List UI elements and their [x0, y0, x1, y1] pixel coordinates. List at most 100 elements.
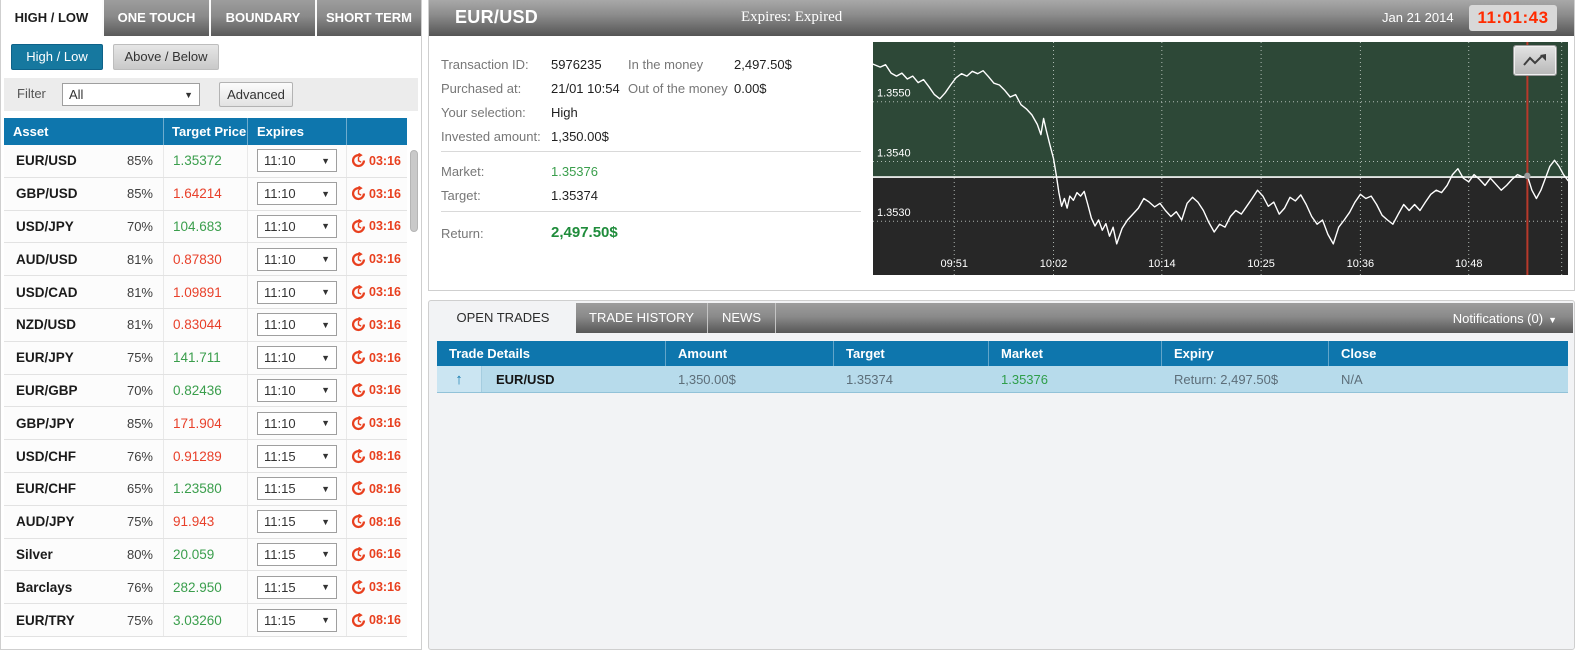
- asset-cell: NZD/USD 81%: [4, 308, 164, 341]
- asset-target-price: 1.23580: [173, 481, 222, 497]
- scrollbar-thumb[interactable]: [410, 150, 418, 232]
- asset-price-cell: 3.03260: [164, 604, 248, 636]
- expiry-select[interactable]: 11:10 ▼: [257, 280, 337, 304]
- countdown: 08:16: [351, 612, 401, 628]
- asset-row-usd-chf[interactable]: USD/CHF 76% 0.91289 11:15 ▼ 08:16: [4, 440, 407, 473]
- countdown-value: 03:16: [369, 317, 401, 332]
- asset-row-eur-chf[interactable]: EUR/CHF 65% 1.23580 11:15 ▼ 08:16: [4, 472, 407, 506]
- expiry-select[interactable]: 11:10 ▼: [257, 214, 337, 238]
- expiry-select-value: 11:10: [264, 382, 296, 398]
- asset-row-eur-usd[interactable]: EUR/USD 85% 1.35372 11:10 ▼ 03:16: [4, 145, 407, 178]
- invested-label: Invested amount:: [441, 129, 541, 144]
- expiry-select-value: 11:15: [264, 514, 296, 530]
- asset-name: AUD/USD: [16, 251, 78, 267]
- asset-price-cell: 20.059: [164, 538, 248, 571]
- chart-mode-button[interactable]: [1513, 45, 1557, 76]
- expiry-select[interactable]: 11:15 ▼: [257, 575, 337, 599]
- asset-payout: 85%: [126, 186, 153, 202]
- asset-name: EUR/JPY: [16, 350, 74, 366]
- asset-cell: Silver 80%: [4, 538, 164, 571]
- mode-button-high-low[interactable]: High / Low: [11, 44, 103, 70]
- tab-trade-history[interactable]: TRADE HISTORY: [576, 303, 708, 333]
- asset-payout: 80%: [126, 546, 153, 562]
- countdown: 08:16: [351, 481, 401, 496]
- expiry-select[interactable]: 11:10 ▼: [257, 346, 337, 370]
- column-header-expires: Expires: [248, 118, 347, 145]
- expiry-select-value: 11:15: [264, 579, 296, 595]
- countdown-icon: [351, 350, 366, 365]
- asset-payout: 75%: [126, 612, 153, 628]
- market-label: Market:: [441, 164, 485, 179]
- asset-row-aud-jpy[interactable]: AUD/JPY 75% 91.943 11:15 ▼ 08:16: [4, 505, 407, 539]
- expiry-select[interactable]: 11:15 ▼: [257, 444, 337, 468]
- trades-tab-bar: OPEN TRADES TRADE HISTORY NEWS Notificatio…: [430, 303, 1573, 333]
- notifications-toggle[interactable]: Notifications (0) ▼: [1453, 311, 1557, 326]
- column-header-expiry: Expiry: [1162, 341, 1329, 366]
- tab-short-term[interactable]: SHORT TERM: [315, 0, 421, 36]
- countdown-icon: [351, 546, 366, 561]
- divider: [441, 211, 861, 212]
- notifications-label: Notifications (0): [1452, 311, 1544, 326]
- asset-row-usd-jpy[interactable]: USD/JPY 70% 104.683 11:10 ▼ 03:16: [4, 210, 407, 244]
- asset-countdown-cell: 06:16: [347, 539, 407, 571]
- tab-news[interactable]: NEWS: [708, 303, 776, 333]
- trades-table-body: ↑ EUR/USD 1,350.00$ 1.35374 1.35376 Return: 2…: [437, 366, 1568, 393]
- asset-price-cell: 1.09891: [164, 276, 248, 308]
- asset-row-eur-try[interactable]: EUR/TRY 75% 3.03260 11:15 ▼ 08:16: [4, 604, 407, 637]
- countdown-value: 08:16: [369, 449, 401, 464]
- countdown-icon: [351, 186, 366, 201]
- asset-countdown-cell: 03:16: [347, 243, 407, 275]
- asset-cell: USD/JPY 70%: [4, 210, 164, 243]
- asset-price-cell: 0.87830: [164, 243, 248, 276]
- countdown-icon: [351, 579, 366, 594]
- asset-target-price: 104.683: [173, 218, 222, 234]
- expiry-select[interactable]: 11:10 ▼: [257, 149, 337, 173]
- trade-market-cell: 1.35376: [1001, 371, 1048, 387]
- expiry-select[interactable]: 11:10 ▼: [257, 182, 337, 206]
- mode-button-above-below[interactable]: Above / Below: [113, 44, 219, 70]
- countdown: 03:16: [351, 317, 401, 332]
- expiry-select[interactable]: 11:15 ▼: [257, 510, 337, 534]
- asset-target-price: 1.64214: [173, 186, 222, 202]
- expiry-select[interactable]: 11:15 ▼: [257, 477, 337, 501]
- asset-row-gbp-jpy[interactable]: GBP/JPY 85% 171.904 11:10 ▼ 03:16: [4, 407, 407, 441]
- tab-one-touch[interactable]: ONE TOUCH: [102, 0, 209, 36]
- asset-row-barclays[interactable]: Barclays 76% 282.950 11:15 ▼ 03:16: [4, 571, 407, 605]
- tab-boundary[interactable]: BOUNDARY: [209, 0, 315, 36]
- dropdown-arrow-icon: ▼: [321, 221, 330, 232]
- trade-row-eur-usd[interactable]: ↑ EUR/USD 1,350.00$ 1.35374 1.35376 Return: 2…: [437, 366, 1568, 393]
- marker-dot: [1524, 172, 1531, 180]
- purchased-at-label: Purchased at:: [441, 81, 522, 96]
- expiry-select[interactable]: 11:10 ▼: [257, 313, 337, 337]
- asset-price-cell: 0.83044: [164, 308, 248, 341]
- asset-row-nzd-usd[interactable]: NZD/USD 81% 0.83044 11:10 ▼ 03:16: [4, 308, 407, 342]
- expiry-select[interactable]: 11:10 ▼: [257, 411, 337, 435]
- asset-countdown-cell: 03:16: [347, 375, 407, 407]
- expiry-select[interactable]: 11:15 ▼: [257, 608, 337, 632]
- asset-row-usd-cad[interactable]: USD/CAD 81% 1.09891 11:10 ▼ 03:16: [4, 276, 407, 309]
- expiry-select-value: 11:10: [264, 218, 296, 234]
- countdown: 08:16: [351, 514, 401, 529]
- asset-price-cell: 1.64214: [164, 177, 248, 210]
- dropdown-arrow-icon: ▼: [321, 451, 330, 462]
- filter-select[interactable]: All ▼: [62, 83, 200, 106]
- trade-asset: EUR/USD: [496, 371, 555, 387]
- asset-row-silver[interactable]: Silver 80% 20.059 11:15 ▼ 06:16: [4, 538, 407, 572]
- advanced-button[interactable]: Advanced: [219, 82, 293, 107]
- mode-row: High / Low Above / Below: [1, 36, 421, 78]
- asset-row-eur-jpy[interactable]: EUR/JPY 75% 141.711 11:10 ▼ 03:16: [4, 341, 407, 375]
- asset-price-cell: 282.950: [164, 571, 248, 604]
- asset-price-cell: 1.35372: [164, 145, 248, 177]
- asset-countdown-cell: 03:16: [347, 276, 407, 308]
- asset-row-aud-usd[interactable]: AUD/USD 81% 0.87830 11:10 ▼ 03:16: [4, 243, 407, 277]
- asset-price-cell: 104.683: [164, 210, 248, 243]
- tab-high-low[interactable]: HIGH / LOW: [1, 0, 102, 36]
- expiry-select[interactable]: 11:10 ▼: [257, 247, 337, 271]
- asset-row-eur-gbp[interactable]: EUR/GBP 70% 0.82436 11:10 ▼ 03:16: [4, 374, 407, 408]
- expiry-select[interactable]: 11:15 ▼: [257, 542, 337, 566]
- asset-row-gbp-usd[interactable]: GBP/USD 85% 1.64214 11:10 ▼ 03:16: [4, 177, 407, 211]
- out-money-label: Out of the money: [628, 81, 728, 96]
- dropdown-arrow-icon: ▼: [184, 89, 193, 100]
- tab-open-trades[interactable]: OPEN TRADES: [430, 303, 576, 333]
- expiry-select[interactable]: 11:10 ▼: [257, 378, 337, 402]
